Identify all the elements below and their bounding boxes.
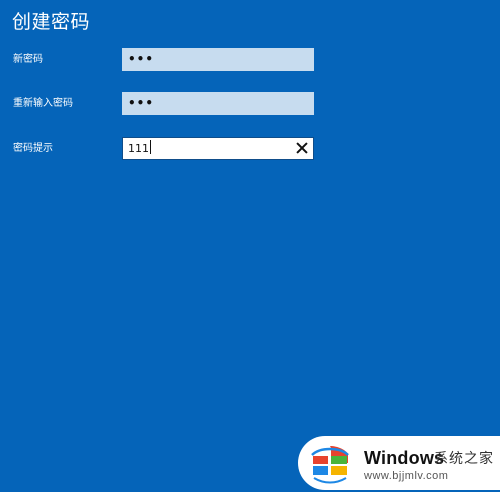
watermark-brand: Windows [364,448,445,468]
password-hint-value: 111 [128,140,151,155]
new-password-label: 新密码 [13,54,43,65]
create-password-panel: 创建密码 新密码 ••• 重新输入密码 ••• 密码提示 111 [0,0,500,492]
new-password-input[interactable]: ••• [122,48,314,71]
password-hint-input[interactable]: 111 [122,137,314,160]
watermark-cn-text: 系统之家 [434,451,494,467]
clear-icon[interactable] [295,141,309,155]
password-hint-label: 密码提示 [13,143,53,154]
confirm-password-label: 重新输入密码 [13,98,73,109]
page-title: 创建密码 [12,11,91,33]
text-caret [150,140,151,154]
confirm-password-input[interactable]: ••• [122,92,314,115]
new-password-value: ••• [128,52,155,66]
watermark-logo: Windows 系统之家 www.bjjmlv.com [298,436,500,490]
confirm-password-value: ••• [128,96,155,110]
windows-logo-icon [311,446,349,484]
watermark-url: www.bjjmlv.com [364,470,449,482]
